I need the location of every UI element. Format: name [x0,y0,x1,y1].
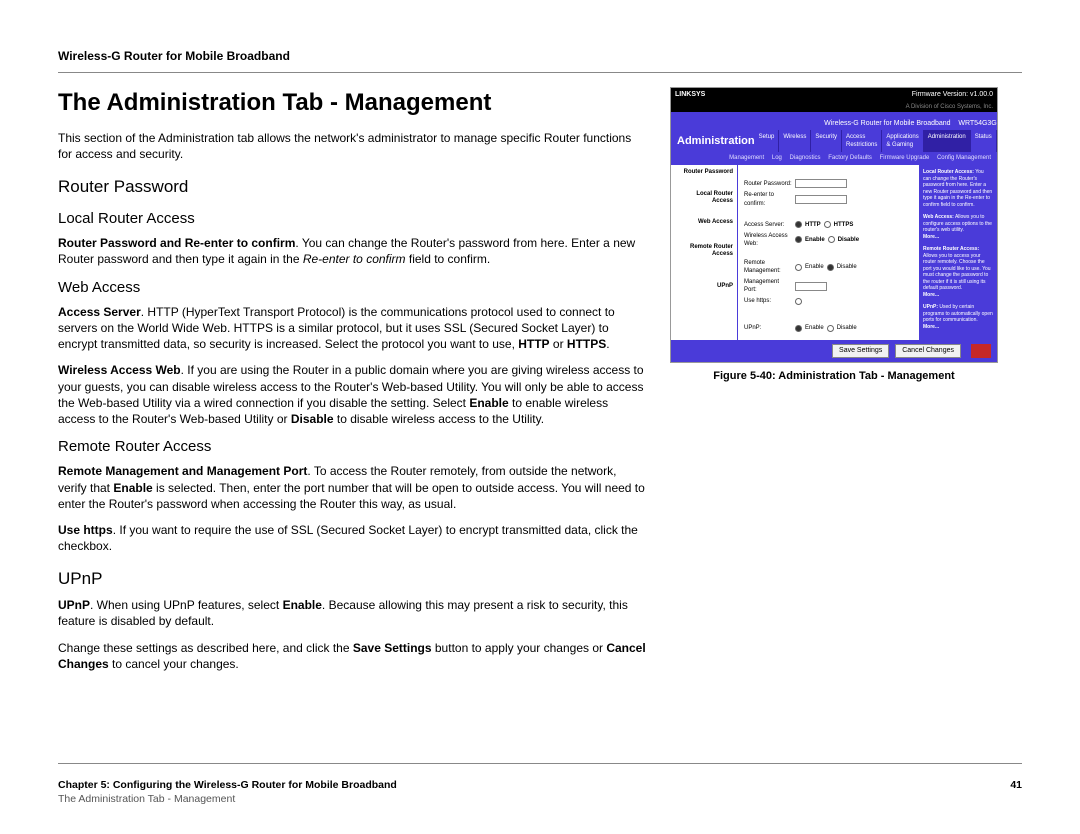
router-form: Router Password: Re-enter to confirm: Ac… [738,165,919,340]
router-help-panel: Local Router Access: You can change the … [919,165,997,340]
footer-subtitle: The Administration Tab - Management [58,792,1022,806]
intro-para: This section of the Administration tab a… [58,130,646,162]
tab-wireless[interactable]: Wireless [779,130,811,152]
para-remote-mgmt: Remote Management and Management Port. T… [58,463,646,512]
https-radio[interactable] [824,221,831,228]
page-footer: Chapter 5: Configuring the Wireless-G Ro… [58,763,1022,806]
footer-chapter: Chapter 5: Configuring the Wireless-G Ro… [58,778,397,792]
router-tabs: Setup Wireless Security Access Restricti… [755,130,997,152]
router-subbrand: A Division of Cisco Systems, Inc. [671,102,997,112]
doc-header: Wireless-G Router for Mobile Broadband [58,48,1022,64]
upnp-disable[interactable] [827,325,834,332]
router-section-title: Administration [677,134,755,153]
subsection-remote-access: Remote Router Access [58,437,646,457]
main-text: The Administration Tab - Management This… [58,87,646,682]
usehttps-check[interactable] [795,298,802,305]
cisco-logo [971,344,991,358]
waw-enable[interactable] [795,236,802,243]
waw-disable[interactable] [828,236,835,243]
figure-screenshot: LINKSYS Firmware Version: v1.00.0 A Divi… [670,87,998,363]
mgmt-port-input[interactable] [795,282,827,291]
tab-setup[interactable]: Setup [755,130,780,152]
save-settings-button[interactable]: Save Settings [832,344,889,358]
router-brand: LINKSYS [675,90,705,99]
section-upnp: UPnP [58,568,646,591]
cancel-changes-button[interactable]: Cancel Changes [895,344,961,358]
http-radio[interactable] [795,221,802,228]
subsection-web-access: Web Access [58,278,646,298]
upnp-enable[interactable] [795,325,802,332]
router-password-input[interactable] [795,179,847,188]
router-model: WRT54G3G [958,120,996,127]
router-reenter-input[interactable] [795,195,847,204]
tab-access[interactable]: Access Restrictions [842,130,882,152]
router-subtabs: Management Log Diagnostics Factory Defau… [671,152,997,165]
para-password: Router Password and Re-enter to confirm.… [58,235,646,267]
section-router-password: Router Password [58,176,646,199]
router-fw: Firmware Version: v1.00.0 [912,90,993,99]
router-product: Wireless-G Router for Mobile Broadband [824,120,950,127]
divider [58,72,1022,73]
para-access-server: Access Server. HTTP (HyperText Transport… [58,304,646,353]
para-save-cancel: Change these settings as described here,… [58,640,646,672]
tab-apps[interactable]: Applications & Gaming [882,130,923,152]
para-wireless-access: Wireless Access Web. If you are using th… [58,362,646,427]
para-use-https: Use https. If you want to require the us… [58,522,646,554]
para-upnp: UPnP. When using UPnP features, select E… [58,597,646,629]
page-number: 41 [1010,778,1022,792]
rm-disable[interactable] [827,264,834,271]
tab-security[interactable]: Security [811,130,842,152]
page-title: The Administration Tab - Management [58,87,646,119]
subsection-local-access: Local Router Access [58,209,646,229]
tab-status[interactable]: Status [971,130,997,152]
figure-caption: Figure 5-40: Administration Tab - Manage… [670,369,998,384]
tab-admin[interactable]: Administration [924,130,971,152]
rm-enable[interactable] [795,264,802,271]
router-leftnav: Router Password Local Router Access Web … [671,165,738,340]
